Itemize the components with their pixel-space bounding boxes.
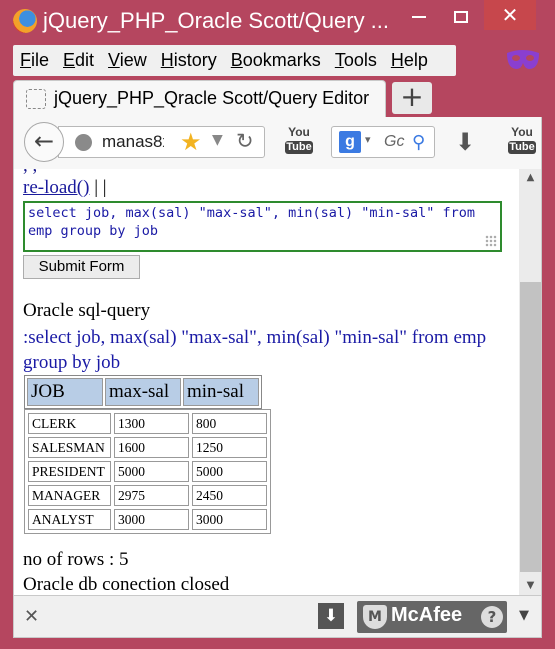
scroll-thumb[interactable]	[520, 282, 541, 572]
sql-heading: Oracle sql-query	[23, 300, 151, 321]
tab-title: jQuery_PHP_Qracle Scott/Query Editor	[54, 88, 370, 108]
reload-separator: | |	[89, 177, 107, 198]
maximize-icon	[454, 10, 468, 23]
cell-min-sal: 2450	[192, 485, 267, 506]
search-bar[interactable]: g ▾ Gc ⚲	[331, 126, 435, 158]
cell-max-sal: 1300	[114, 413, 189, 434]
cell-job: CLERK	[28, 413, 111, 434]
header-job: JOB	[27, 378, 103, 406]
result-header-table: JOB max-sal min-sal	[24, 375, 262, 409]
cell-job: MANAGER	[28, 485, 111, 506]
reload-line: re-load() | |	[23, 177, 107, 199]
query-textarea[interactable]: select job, max(sal) "max-sal", min(sal)…	[23, 201, 502, 252]
minimize-button[interactable]	[398, 0, 440, 30]
page-content: , , re-load() | | select job, max(sal) "…	[13, 169, 519, 595]
row-count-text: no of rows : 5	[23, 549, 129, 570]
table-row: SALESMAN 1600 1250	[28, 437, 267, 458]
menu-view[interactable]: View	[101, 50, 154, 71]
bookmark-star-icon[interactable]: ★	[180, 128, 202, 156]
search-input[interactable]: Gc	[384, 133, 404, 151]
menu-history[interactable]: History	[154, 50, 224, 71]
youtube-label: You	[288, 125, 310, 139]
close-addon-bar-icon[interactable]: ✕	[24, 606, 39, 627]
resize-grip-icon[interactable]	[485, 235, 497, 247]
maximize-button[interactable]	[440, 0, 482, 30]
mcafee-shield-icon: M	[363, 605, 387, 629]
title-bar: jQuery_PHP_Oracle Scott/Query ... ✕	[0, 0, 555, 42]
menu-bookmarks[interactable]: Bookmarks	[224, 50, 328, 71]
google-icon[interactable]: g	[339, 131, 361, 153]
cell-max-sal: 5000	[114, 461, 189, 482]
close-window-button[interactable]: ✕	[484, 0, 536, 30]
connection-closed-text: Oracle db conection closed	[23, 574, 230, 595]
cell-min-sal: 5000	[192, 461, 267, 482]
sql-query-text: :select job, max(sal) "max-sal", min(sal…	[23, 327, 487, 373]
new-tab-button[interactable]: +	[392, 82, 432, 114]
search-icon[interactable]: ⚲	[412, 132, 425, 153]
tab-query-editor[interactable]: jQuery_PHP_Qracle Scott/Query Editor	[13, 80, 386, 117]
cutoff-text: , ,	[23, 169, 37, 177]
youtube-icon[interactable]: You Tube	[285, 126, 313, 156]
cell-max-sal: 3000	[114, 509, 189, 530]
table-row: CLERK 1300 800	[28, 413, 267, 434]
cell-max-sal: 1600	[114, 437, 189, 458]
table-row: MANAGER 2975 2450	[28, 485, 267, 506]
search-engine-dropdown-icon[interactable]: ▾	[365, 133, 371, 146]
download-icon[interactable]: ⬇	[455, 128, 475, 156]
menu-edit[interactable]: Edit	[56, 50, 101, 71]
table-row: ANALYST 3000 3000	[28, 509, 267, 530]
url-text[interactable]: manas8x,	[102, 132, 164, 152]
cell-job: SALESMAN	[28, 437, 111, 458]
reload-icon[interactable]: ↻	[236, 129, 254, 153]
back-button[interactable]: ←	[24, 122, 64, 162]
globe-icon	[75, 134, 92, 151]
mcafee-button[interactable]: M McAfee ?	[357, 601, 507, 633]
window-title: jQuery_PHP_Oracle Scott/Query ...	[43, 8, 390, 33]
cell-max-sal: 2975	[114, 485, 189, 506]
cell-min-sal: 3000	[192, 509, 267, 530]
cell-job: ANALYST	[28, 509, 111, 530]
page-favicon-icon	[26, 89, 46, 109]
menu-help[interactable]: Help	[384, 50, 435, 71]
youtube-label: You	[511, 125, 533, 139]
url-bar[interactable]: manas8x, ★ ▼ ↻	[58, 126, 265, 158]
vertical-scrollbar[interactable]: ▲ ▼	[519, 169, 542, 595]
help-icon[interactable]: ?	[481, 606, 503, 628]
menu-tools[interactable]: Tools	[328, 50, 384, 71]
youtube-tube-label: Tube	[285, 141, 313, 154]
addon-bar: ✕ ⬇ M McAfee ? ▼	[13, 595, 542, 638]
cell-job: PRESIDENT	[28, 461, 111, 482]
table-row: PRESIDENT 5000 5000	[28, 461, 267, 482]
firefox-logo-icon	[13, 9, 37, 33]
private-mask-icon	[507, 50, 539, 69]
cell-min-sal: 1250	[192, 437, 267, 458]
result-data-table: CLERK 1300 800 SALESMAN 1600 1250 PRESID…	[24, 409, 271, 534]
menu-bar: File Edit View History Bookmarks Tools H…	[13, 45, 456, 76]
minimize-icon	[412, 15, 426, 18]
mcafee-label: McAfee	[391, 604, 463, 626]
reload-link[interactable]: re-load()	[23, 177, 89, 198]
cell-min-sal: 800	[192, 413, 267, 434]
menu-file[interactable]: File	[13, 50, 56, 71]
header-max-sal: max-sal	[105, 378, 181, 406]
navigation-toolbar: manas8x, ★ ▼ ↻ ← You Tube g ▾ Gc ⚲ ⬇ You…	[13, 117, 542, 169]
url-dropdown-icon[interactable]: ▼	[212, 132, 223, 148]
youtube-icon[interactable]: You Tube	[508, 126, 536, 156]
query-text[interactable]: select job, max(sal) "max-sal", min(sal)…	[28, 205, 475, 239]
header-min-sal: min-sal	[183, 378, 259, 406]
header-row: JOB max-sal min-sal	[27, 378, 259, 406]
download-icon[interactable]: ⬇	[318, 603, 344, 629]
scroll-up-icon[interactable]: ▲	[519, 169, 542, 187]
scroll-down-icon[interactable]: ▼	[519, 577, 542, 595]
submit-form-button[interactable]: Submit Form	[23, 255, 140, 279]
chevron-down-icon[interactable]: ▼	[519, 608, 529, 623]
youtube-tube-label: Tube	[508, 141, 536, 154]
